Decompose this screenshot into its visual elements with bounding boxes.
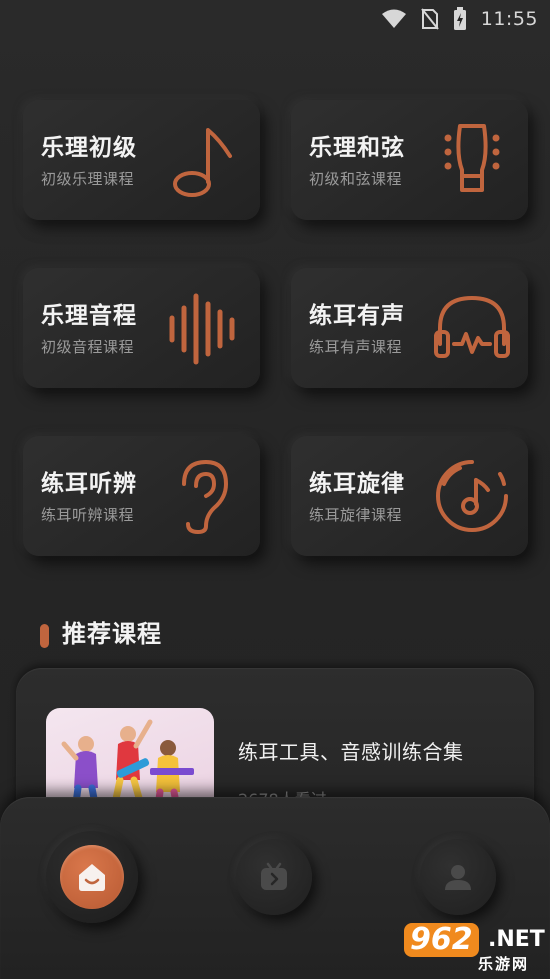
nav-home-inner [60,845,124,909]
watermark-net: .NET [488,927,545,952]
recommended-course-title: 练耳工具、音感训练合集 [238,740,464,764]
nav-home-button[interactable] [46,831,138,923]
watermark-logo: 962 .NET 乐游网 [404,923,545,973]
course-card-chords[interactable]: 乐理和弦 初级和弦课程 [291,100,528,220]
nav-video-button[interactable] [236,839,312,915]
card-title: 练耳听辨 [41,471,137,497]
course-card-intervals[interactable]: 乐理音程 初级音程课程 [23,268,260,388]
battery-icon [453,7,467,31]
card-title: 乐理初级 [41,135,137,161]
ear-icon [182,460,228,534]
app-screen: 11:55 乐理初级 初级乐理课程 乐理和弦 初级和弦课程 乐理音程 初级音程课… [0,0,550,979]
course-card-ear-identify[interactable]: 练耳听辨 练耳听辨课程 [23,436,260,556]
video-play-icon [261,862,287,890]
headphones-icon [434,296,510,358]
music-note-icon [173,128,232,197]
card-title: 练耳有声 [309,303,405,329]
course-card-ear-audio[interactable]: 练耳有声 练耳有声课程 [291,268,528,388]
card-subtitle: 初级音程课程 [41,338,135,356]
sound-wave-icon [169,293,235,365]
card-subtitle: 初级和弦课程 [309,170,403,188]
card-subtitle: 初级乐理课程 [41,170,135,188]
course-card-theory-basic[interactable]: 乐理初级 初级乐理课程 [23,100,260,220]
status-bar: 11:55 [0,0,550,38]
card-subtitle: 练耳听辨课程 [41,506,135,524]
status-time: 11:55 [480,8,538,30]
card-title: 乐理音程 [41,303,137,329]
card-title: 乐理和弦 [309,135,405,161]
card-title: 练耳旋律 [309,471,405,497]
course-card-ear-melody[interactable]: 练耳旋律 练耳旋律课程 [291,436,528,556]
nav-profile-button[interactable] [420,839,496,915]
user-icon [445,865,471,890]
music-disc-icon [436,460,508,532]
wifi-icon [381,9,407,29]
card-subtitle: 练耳有声课程 [309,338,403,356]
guitar-headstock-icon [444,124,500,192]
card-subtitle: 练耳旋律课程 [309,506,403,524]
watermark-site: 乐游网 [478,955,530,973]
no-sim-icon [420,8,439,30]
home-smile-icon [79,864,105,891]
section-marker [40,624,49,648]
watermark-number: 962 [404,923,479,957]
section-title: 推荐课程 [62,620,162,648]
